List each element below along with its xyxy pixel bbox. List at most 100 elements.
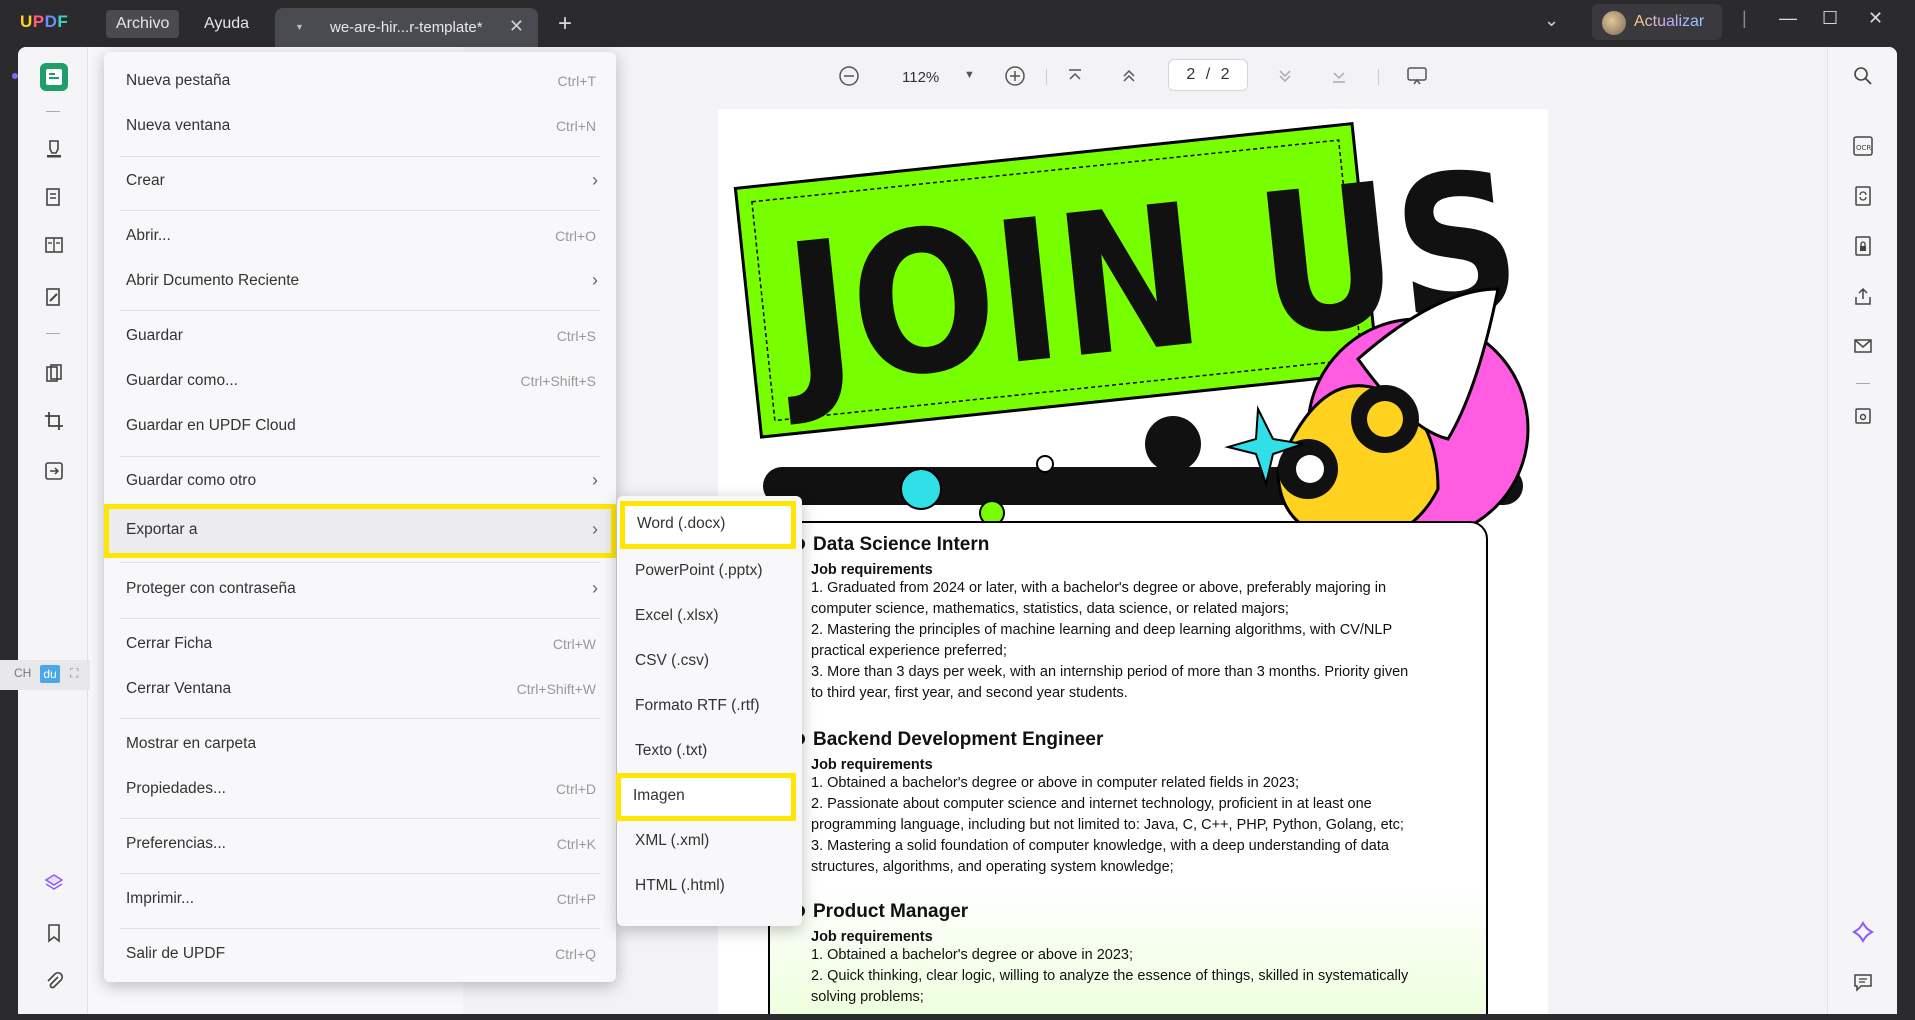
menu-archivo[interactable]: Archivo xyxy=(106,10,180,38)
menu-label: CSV (.csv) xyxy=(635,652,710,669)
close-window-icon[interactable]: ✕ xyxy=(1868,8,1883,29)
menu-item-mostrar-carpeta[interactable]: Mostrar en carpeta xyxy=(104,723,616,767)
job-line: 1. Obtained a bachelor's degree or above… xyxy=(811,947,1133,963)
divider xyxy=(46,111,60,112)
menu-item-exportar[interactable]: Exportar a › xyxy=(104,504,616,558)
search-icon[interactable] xyxy=(1850,63,1876,89)
job-line: 1. Obtained a bachelor's degree or above… xyxy=(811,775,1300,791)
menu-item-guardar-como[interactable]: Guardar como... Ctrl+Shift+S xyxy=(104,360,616,404)
organize-pages-icon[interactable] xyxy=(40,359,68,387)
minimize-icon[interactable]: — xyxy=(1779,8,1797,29)
form-icon[interactable] xyxy=(40,231,68,259)
export-excel[interactable]: Excel (.xlsx) xyxy=(621,596,798,636)
attachment-icon[interactable] xyxy=(40,967,68,995)
menu-item-guardar-cloud[interactable]: Guardar en UPDF Cloud xyxy=(104,405,616,449)
sign-icon[interactable] xyxy=(40,283,68,311)
ime-toolbar[interactable]: CH du ⛶ xyxy=(0,660,90,690)
job-line: to third year, first year, and second ye… xyxy=(811,685,1128,701)
convert-pdf-icon[interactable] xyxy=(1850,183,1876,209)
menu-item-salir[interactable]: Salir de UPDF Ctrl+Q xyxy=(104,933,616,977)
export-xml[interactable]: XML (.xml) xyxy=(621,821,798,861)
menu-item-proteger[interactable]: Proteger con contraseña › xyxy=(104,568,616,612)
next-page-icon[interactable] xyxy=(1276,67,1294,90)
menu-item-guardar[interactable]: Guardar Ctrl+S xyxy=(104,315,616,359)
bookmark-icon[interactable] xyxy=(40,919,68,947)
layers-icon[interactable] xyxy=(40,869,68,897)
export-imagen[interactable]: Imagen xyxy=(616,773,796,821)
job-requirements-label: Job requirements xyxy=(811,757,933,773)
menu-separator xyxy=(120,618,600,619)
save-icon[interactable] xyxy=(1850,403,1876,429)
zoom-level[interactable]: 112% xyxy=(902,69,939,86)
share-icon[interactable] xyxy=(1850,283,1876,309)
menu-shortcut: Ctrl+K xyxy=(556,836,596,852)
comment-icon[interactable] xyxy=(1850,969,1876,995)
menu-item-preferencias[interactable]: Preferencias... Ctrl+K xyxy=(104,823,616,867)
new-tab-icon[interactable]: + xyxy=(558,10,572,38)
menu-item-abrir-reciente[interactable]: Abrir Dcumento Reciente › xyxy=(104,260,616,304)
last-page-icon[interactable] xyxy=(1330,67,1348,90)
edit-pdf-icon[interactable] xyxy=(40,183,68,211)
export-html[interactable]: HTML (.html) xyxy=(621,866,798,906)
upgrade-button[interactable]: Actualizar xyxy=(1592,4,1722,40)
menu-label: PowerPoint (.pptx) xyxy=(635,562,763,579)
pdf-page[interactable]: JOIN US Data Science Intern Job requirem… xyxy=(718,109,1548,1014)
crop-icon[interactable] xyxy=(40,407,68,435)
upgrade-label: Actualizar xyxy=(1634,13,1705,30)
highlighter-icon[interactable] xyxy=(40,135,68,163)
ai-assistant-icon[interactable] xyxy=(1850,919,1876,945)
protect-icon[interactable] xyxy=(1850,233,1876,259)
document-tab[interactable]: ▼ we-are-hir...r-template* ✕ xyxy=(275,8,538,47)
menu-label: Guardar como... xyxy=(126,372,238,389)
menu-label: Cerrar Ficha xyxy=(126,635,213,652)
ime-lang[interactable]: CH xyxy=(14,666,31,680)
menu-shortcut: Ctrl+Q xyxy=(555,946,596,962)
menu-item-abrir[interactable]: Abrir... Ctrl+O xyxy=(104,215,616,259)
menu-item-cerrar-ficha[interactable]: Cerrar Ficha Ctrl+W xyxy=(104,623,616,667)
menu-separator xyxy=(120,928,600,929)
ime-expand-icon[interactable]: ⛶ xyxy=(70,666,78,681)
menu-item-crear[interactable]: Crear › xyxy=(104,160,616,204)
export-powerpoint[interactable]: PowerPoint (.pptx) xyxy=(621,551,798,591)
first-page-icon[interactable] xyxy=(1066,67,1084,90)
zoom-out-icon[interactable] xyxy=(838,65,860,92)
menu-item-imprimir[interactable]: Imprimir... Ctrl+P xyxy=(104,878,616,922)
zoom-in-icon[interactable] xyxy=(1004,65,1026,92)
convert-icon[interactable] xyxy=(40,457,68,485)
job-line: programming language, including but not … xyxy=(811,817,1404,833)
job-requirements-label: Job requirements xyxy=(811,929,933,945)
previous-page-icon[interactable] xyxy=(1120,67,1138,90)
menu-ayuda[interactable]: Ayuda xyxy=(194,10,259,38)
menu-item-cerrar-ventana[interactable]: Cerrar Ventana Ctrl+Shift+W xyxy=(104,668,616,712)
export-rtf[interactable]: Formato RTF (.rtf) xyxy=(621,686,798,726)
maximize-icon[interactable]: ☐ xyxy=(1822,8,1838,29)
export-csv[interactable]: CSV (.csv) xyxy=(621,641,798,681)
menu-separator xyxy=(120,818,600,819)
ime-mode[interactable]: du xyxy=(40,665,60,683)
tab-dropdown-icon[interactable]: ▼ xyxy=(295,22,304,32)
job-title: Data Science Intern xyxy=(811,534,1471,556)
close-tab-icon[interactable]: ✕ xyxy=(509,16,524,37)
menu-item-nueva-pestana[interactable]: Nueva pestaña Ctrl+T xyxy=(104,60,616,104)
export-txt[interactable]: Texto (.txt) xyxy=(621,731,798,771)
menu-item-guardar-como-otro[interactable]: Guardar como otro › xyxy=(104,460,616,504)
menu-item-propiedades[interactable]: Propiedades... Ctrl+D xyxy=(104,768,616,812)
menu-shortcut: Ctrl+W xyxy=(552,636,596,652)
menu-label: Mostrar en carpeta xyxy=(126,735,257,752)
ocr-icon[interactable]: OCR xyxy=(1850,133,1876,159)
menu-label: Guardar en UPDF Cloud xyxy=(126,417,296,434)
export-word[interactable]: Word (.docx) xyxy=(620,501,796,549)
menu-label: Formato RTF (.rtf) xyxy=(635,697,760,714)
menu-label: Propiedades... xyxy=(126,780,226,797)
mail-icon[interactable] xyxy=(1850,333,1876,359)
menu-item-nueva-ventana[interactable]: Nueva ventana Ctrl+N xyxy=(104,105,616,149)
reader-icon[interactable] xyxy=(40,63,68,91)
chevron-down-icon[interactable]: ⌄ xyxy=(1544,10,1559,31)
menu-label: Nueva ventana xyxy=(126,117,231,134)
menu-shortcut: Ctrl+T xyxy=(557,73,597,89)
zoom-dropdown-icon[interactable]: ▼ xyxy=(964,69,975,81)
presentation-icon[interactable] xyxy=(1406,65,1428,92)
page-number-input[interactable]: 2 / 2 xyxy=(1168,59,1248,91)
job-title: Backend Development Engineer xyxy=(811,729,1471,751)
menu-label: Imagen xyxy=(633,787,685,804)
